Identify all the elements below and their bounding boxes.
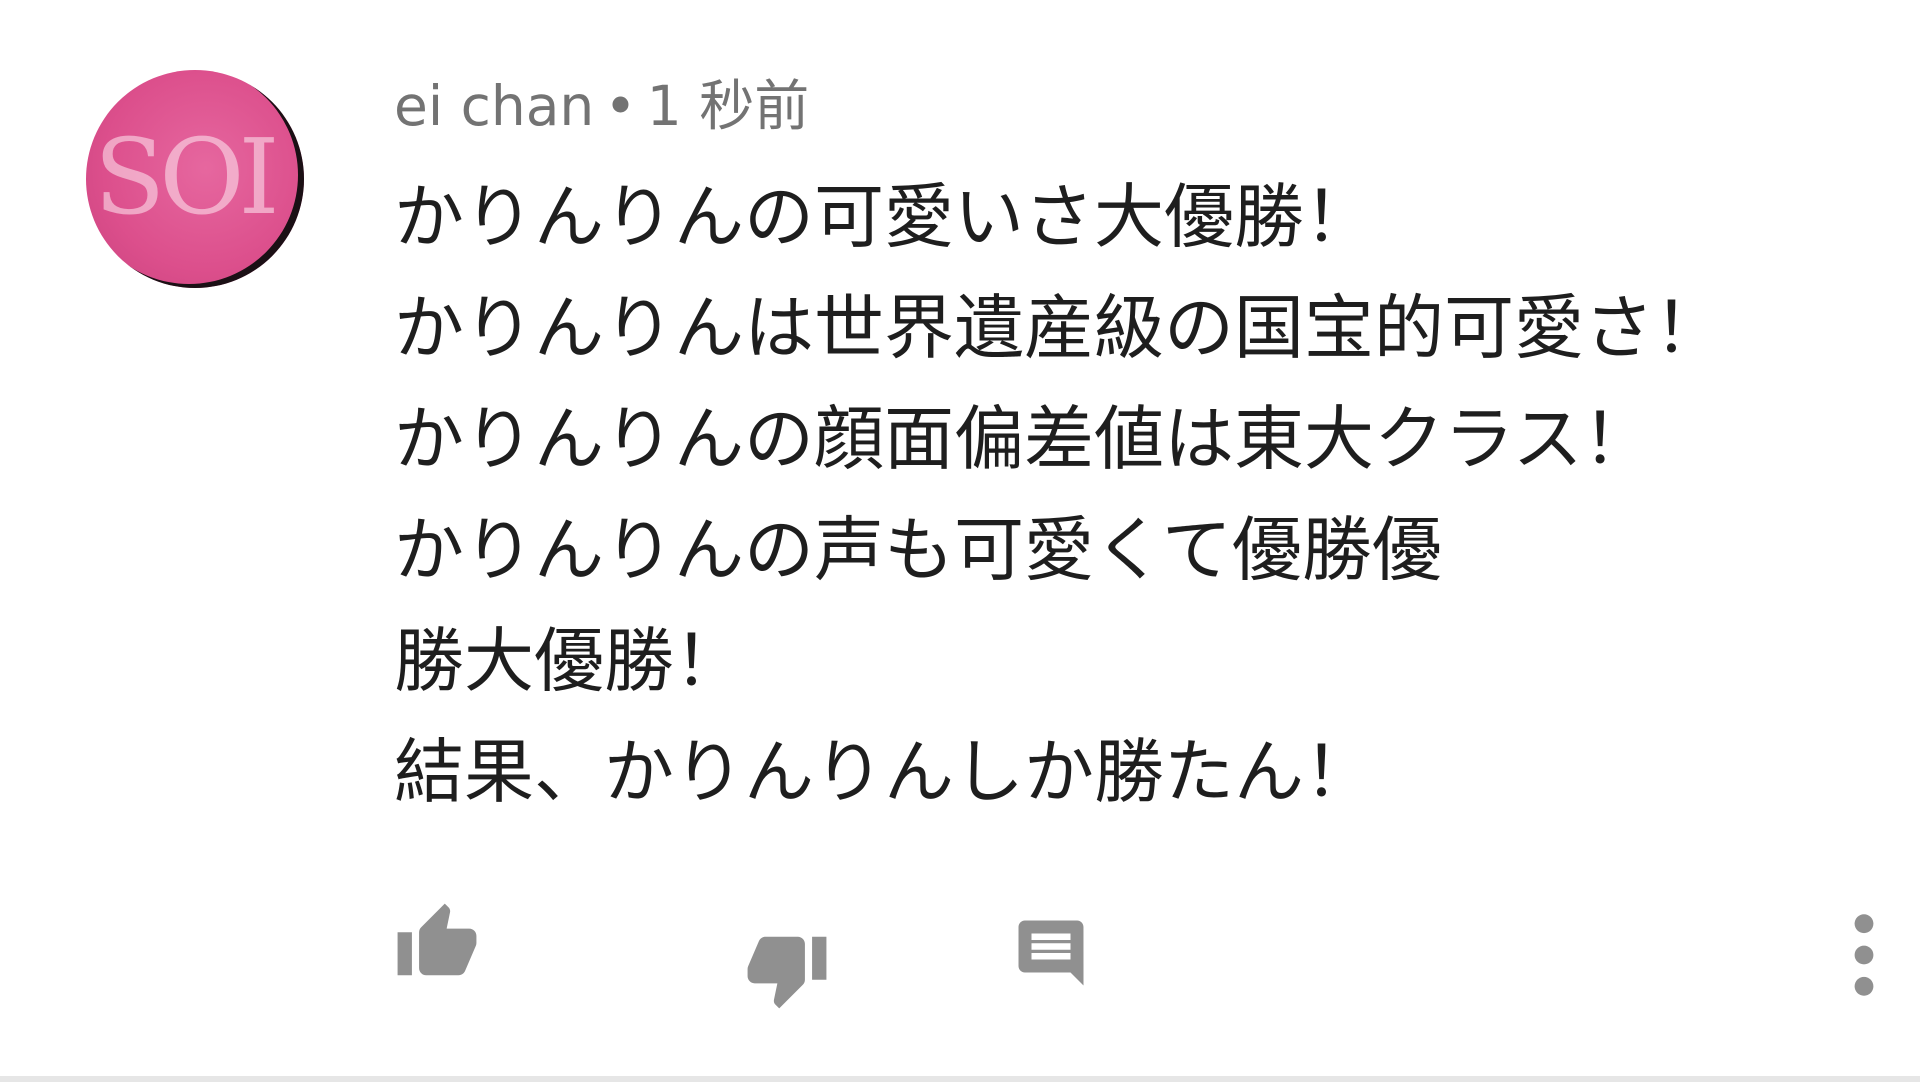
comment-line: かりんりんの可愛いさ大優勝！ xyxy=(394,176,1374,258)
comment-line: 結果、かりんりんしか勝たん！ xyxy=(394,731,1374,813)
comment-header: ei chan • 1 秒前 xyxy=(394,68,809,144)
divider xyxy=(0,1076,1920,1082)
comment-line: かりんりんの顔面偏差値は東大クラス！ xyxy=(394,398,1653,480)
comment-line: かりんりんの声も可愛くて優勝優 xyxy=(394,509,1442,591)
thumbs-down-icon[interactable] xyxy=(744,926,830,1012)
comment-text: かりんりんの可愛いさ大優勝！ かりんりんは世界遺産級の国宝的可愛さ！ かりんりん… xyxy=(394,162,1874,828)
reply-icon[interactable] xyxy=(1012,914,1090,992)
thumbs-up-icon[interactable] xyxy=(394,900,480,986)
comment-timestamp[interactable]: 1 秒前 xyxy=(647,74,809,138)
avatar-logo-text: SOI xyxy=(94,116,280,238)
comment-action-bar xyxy=(0,890,1920,1010)
comment-line: 勝大優勝！ xyxy=(394,620,744,702)
comment-line: かりんりんは世界遺産級の国宝的可愛さ！ xyxy=(394,287,1724,369)
author-name[interactable]: ei chan xyxy=(394,74,594,138)
avatar[interactable]: SOI xyxy=(86,70,304,288)
meta-separator: • xyxy=(604,74,637,138)
more-vertical-icon[interactable] xyxy=(1848,908,1880,1002)
comment-item: SOI ei chan • 1 秒前 かりんりんの可愛いさ大優勝！ かりんりんは世界… xyxy=(0,0,1920,1076)
